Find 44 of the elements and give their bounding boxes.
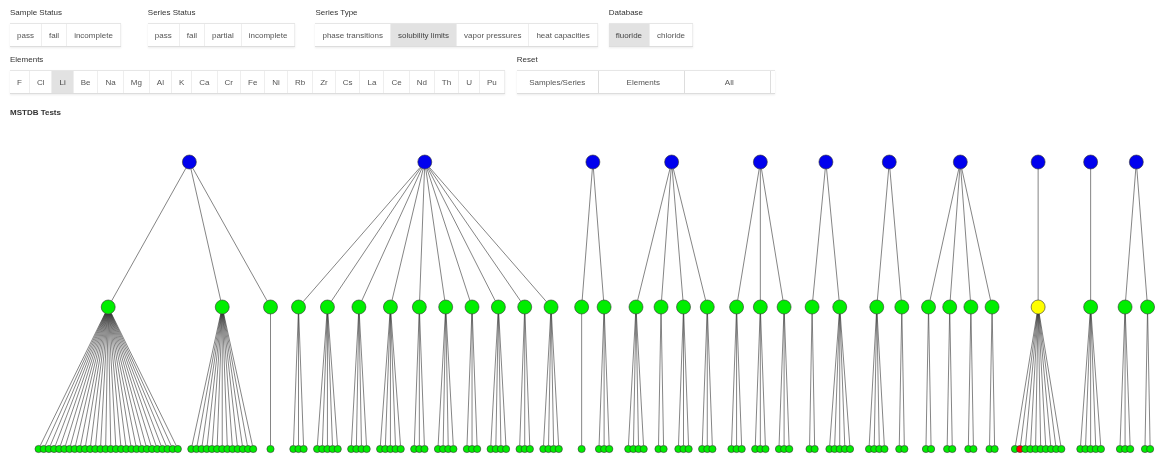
tree-title: MSTDB Tests (10, 108, 61, 118)
toggle-button[interactable]: fail (179, 24, 205, 46)
toggle-button[interactable]: fail (41, 24, 68, 46)
toggle-button[interactable]: Fe (241, 71, 266, 93)
group-label: Reset (516, 55, 538, 65)
toggle-button[interactable]: Cl (29, 71, 53, 93)
toggle-button[interactable]: F (10, 71, 30, 93)
group-label: Series Type (315, 8, 358, 18)
toggle-button[interactable]: Na (98, 71, 124, 93)
group-label: Elements (10, 55, 44, 65)
toggle-button[interactable]: Rb (287, 71, 314, 93)
reset-button[interactable]: All (688, 71, 771, 93)
toggle-button[interactable]: heat capacities (529, 24, 598, 46)
group-label: Database (608, 8, 644, 18)
toggle-button[interactable]: solubility limits (390, 24, 458, 46)
toggle-button[interactable]: Th (434, 71, 460, 93)
toggle-button[interactable]: Mg (123, 71, 150, 93)
toggle-button[interactable]: Zr (313, 71, 336, 93)
toggle-button[interactable]: Li (52, 71, 74, 93)
toggle-button[interactable]: Cr (217, 71, 241, 93)
reset-button[interactable]: Samples/Series (516, 71, 599, 93)
toggle-button[interactable]: phase transitions (315, 24, 391, 46)
reset-button[interactable]: Elements (602, 71, 685, 93)
toggle-button[interactable]: Al (149, 71, 172, 93)
group-label: Series Status (147, 8, 196, 18)
toggle-button[interactable]: chloride (650, 24, 694, 46)
toggle-button[interactable]: Cs (335, 71, 361, 93)
toggle-button[interactable]: Be (73, 71, 99, 93)
toggle-button[interactable]: vapor pressures (457, 24, 530, 46)
toggle-button[interactable]: fluoride (608, 24, 651, 46)
toggle-button[interactable]: incomplete (67, 24, 121, 46)
toggle-button[interactable]: Pu (480, 71, 505, 93)
toggle-button[interactable]: partial (204, 24, 242, 46)
group-label: Sample Status (10, 8, 63, 18)
toggle-button[interactable]: pass (10, 24, 42, 46)
toggle-button[interactable]: Ce (384, 71, 410, 93)
toggle-button[interactable]: pass (147, 24, 180, 46)
toggle-button[interactable]: Ni (265, 71, 288, 93)
toggle-button[interactable]: Ca (192, 71, 218, 93)
toggle-button[interactable]: K (171, 71, 193, 93)
toggle-button[interactable]: incomplete (241, 24, 296, 46)
toggle-button[interactable]: Nd (409, 71, 435, 93)
toggle-button[interactable]: U (459, 71, 480, 93)
toggle-button[interactable]: La (360, 71, 385, 93)
